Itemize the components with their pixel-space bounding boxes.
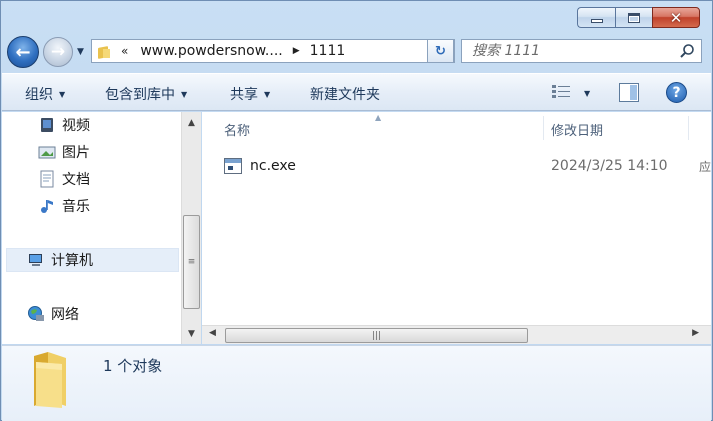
breadcrumb-overflow[interactable]: «	[121, 44, 128, 58]
nav-item-label: 计算机	[51, 253, 93, 269]
scroll-right-arrow-icon[interactable]: ▶	[692, 328, 699, 338]
forward-button[interactable]: →	[43, 37, 73, 67]
nav-item-label: 文档	[62, 172, 90, 188]
nav-item-pictures[interactable]: 图片	[38, 140, 90, 164]
back-button[interactable]: ←	[7, 36, 39, 68]
nav-item-documents[interactable]: 文档	[38, 167, 90, 191]
music-library-icon	[41, 200, 53, 213]
breadcrumb-separator-icon[interactable]: ▶	[293, 46, 300, 56]
video-library-icon	[41, 118, 53, 132]
sort-ascending-icon: ▲	[375, 113, 382, 122]
chevron-down-icon: ▼	[264, 90, 271, 99]
breadcrumb-segment-site[interactable]: www.powdersnow....	[140, 43, 282, 59]
documents-library-icon	[40, 170, 54, 188]
breadcrumb-segment-1111[interactable]: 1111	[310, 43, 346, 59]
folder-icon	[97, 44, 111, 58]
file-type-truncated: 应	[699, 159, 712, 174]
maximize-icon	[628, 12, 640, 23]
chevron-down-icon: ▼	[59, 90, 66, 99]
horizontal-scroll-thumb[interactable]: |||	[225, 328, 528, 343]
minimize-button[interactable]	[577, 7, 615, 28]
column-divider[interactable]	[688, 116, 689, 140]
search-icon[interactable]	[679, 43, 695, 59]
share-label: 共享	[230, 87, 258, 103]
file-list: ▲ 名称 修改日期 nc.exe 2024/3/25 14:10 应 ◀ |||…	[202, 112, 711, 344]
help-icon[interactable]: ?	[666, 82, 687, 103]
nav-vertical-scrollbar[interactable]: ▲ ≡ ▼	[181, 112, 201, 344]
nav-item-label: 网络	[51, 307, 79, 323]
refresh-icon: ↻	[435, 43, 446, 59]
item-count-status: 1 个对象	[103, 357, 163, 375]
view-options-dropdown[interactable]: ▼	[584, 89, 590, 98]
search-box[interactable]	[461, 39, 702, 63]
scroll-left-arrow-icon[interactable]: ◀	[209, 328, 216, 338]
refresh-button[interactable]: ↻	[427, 39, 454, 63]
executable-file-icon	[224, 158, 242, 174]
scroll-down-arrow-icon[interactable]: ▼	[182, 325, 201, 342]
nav-item-computer[interactable]: 计算机	[6, 248, 179, 272]
computer-icon	[29, 254, 42, 266]
back-arrow-icon: ←	[15, 41, 31, 63]
nav-item-label: 视频	[62, 118, 90, 134]
nav-item-network[interactable]: 网络	[27, 302, 79, 326]
navigation-pane: 视频 图片 文档 音乐 计算机 网络 ▲ ≡ ▼	[2, 112, 201, 344]
close-button[interactable]: ✕	[652, 7, 700, 28]
nav-scroll-thumb[interactable]: ≡	[183, 215, 200, 309]
nav-item-videos[interactable]: 视频	[38, 113, 90, 137]
network-icon	[28, 306, 44, 321]
scroll-up-arrow-icon[interactable]: ▲	[182, 114, 201, 131]
explorer-window: ✕ ← → ▼ « www.powdersnow.... ▶ 1111 ▼ ↻ …	[0, 0, 713, 421]
details-pane: 1 个对象	[2, 345, 711, 421]
forward-arrow-icon: →	[50, 42, 66, 62]
new-folder-button[interactable]: 新建文件夹	[310, 84, 380, 104]
share-menu[interactable]: 共享 ▼	[230, 84, 270, 104]
horizontal-scrollbar[interactable]: ◀ ||| ▶	[202, 325, 711, 344]
file-modified-date: 2024/3/25 14:10	[551, 158, 668, 174]
file-row[interactable]: nc.exe 2024/3/25 14:10 应	[224, 154, 713, 178]
chevron-down-icon: ▼	[181, 90, 188, 99]
new-folder-label: 新建文件夹	[310, 87, 380, 103]
command-bar: 组织 ▼ 包含到库中 ▼ 共享 ▼ 新建文件夹 ▼ ?	[2, 73, 711, 111]
recent-pages-dropdown[interactable]: ▼	[77, 47, 84, 57]
organize-label: 组织	[25, 87, 53, 103]
view-list-icon[interactable]	[551, 84, 571, 100]
include-library-label: 包含到库中	[105, 87, 175, 103]
window-controls: ✕	[577, 7, 700, 28]
include-in-library-menu[interactable]: 包含到库中 ▼	[105, 84, 187, 104]
address-bar[interactable]: « www.powdersnow.... ▶ 1111 ▼	[91, 39, 455, 63]
nav-item-label: 音乐	[62, 199, 90, 215]
file-name: nc.exe	[250, 158, 296, 174]
search-input[interactable]	[472, 43, 672, 59]
column-divider[interactable]	[543, 116, 544, 140]
column-header-modified[interactable]: 修改日期	[551, 120, 603, 139]
maximize-button[interactable]	[615, 7, 652, 28]
nav-item-label: 图片	[62, 145, 90, 161]
minimize-icon	[590, 18, 603, 23]
pictures-library-icon	[38, 146, 56, 159]
nav-item-music[interactable]: 音乐	[38, 194, 90, 218]
close-icon: ✕	[669, 8, 683, 27]
preview-pane-icon[interactable]	[619, 83, 639, 102]
column-header-name[interactable]: 名称	[224, 120, 250, 139]
organize-menu[interactable]: 组织 ▼	[25, 84, 65, 104]
folder-icon	[34, 352, 66, 408]
